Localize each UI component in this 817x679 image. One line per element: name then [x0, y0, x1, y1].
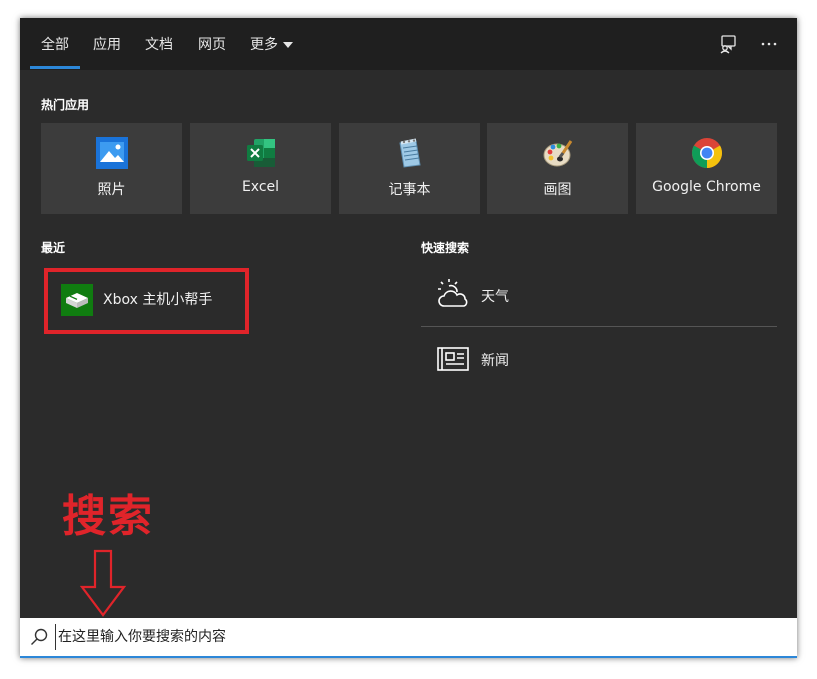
app-tile-paint[interactable]: 画图 [487, 123, 628, 214]
chevron-down-icon [283, 42, 293, 48]
quick-search-news[interactable]: 新闻 [421, 330, 777, 390]
more-options-icon[interactable] [757, 32, 781, 56]
notepad-icon [394, 137, 426, 169]
recent-item-xbox-companion[interactable]: Xbox 主机小帮手 [44, 268, 249, 334]
tab-all[interactable]: 全部 [41, 34, 69, 54]
recent-heading: 最近 [41, 241, 66, 255]
weather-icon [436, 278, 470, 312]
paint-icon [542, 137, 574, 169]
tab-label: 网页 [198, 37, 226, 53]
app-tile-notepad[interactable]: 记事本 [339, 123, 480, 214]
active-tab-indicator [30, 66, 80, 69]
search-scope-tabs: 全部 应用 文档 网页 更多 [20, 18, 797, 70]
feedback-icon[interactable] [716, 32, 740, 56]
popular-apps-heading: 热门应用 [41, 98, 90, 112]
excel-icon [245, 137, 277, 169]
quick-search-label: 天气 [481, 289, 509, 305]
app-tile-excel[interactable]: Excel [190, 123, 331, 214]
app-tile-chrome[interactable]: Google Chrome [636, 123, 777, 214]
app-tile-label: Google Chrome [652, 179, 761, 195]
app-tile-label: Excel [241, 179, 280, 195]
tab-label: 应用 [93, 37, 121, 53]
app-tile-label: 照片 [97, 182, 126, 198]
tab-apps[interactable]: 应用 [93, 34, 121, 54]
xbox-companion-icon [61, 284, 93, 316]
tab-documents[interactable]: 文档 [145, 34, 173, 54]
quick-search-divider [421, 326, 777, 327]
tab-more[interactable]: 更多 [250, 34, 293, 54]
tab-label: 全部 [41, 37, 69, 53]
search-input[interactable] [55, 624, 778, 650]
chrome-icon [691, 137, 723, 169]
app-tile-photos[interactable]: 照片 [41, 123, 182, 214]
news-icon [436, 342, 470, 376]
recent-item-label: Xbox 主机小帮手 [103, 292, 213, 308]
search-icon [30, 628, 48, 646]
quick-search-label: 新闻 [481, 353, 509, 369]
app-tile-label: 画图 [543, 182, 572, 198]
tab-label: 更多 [250, 37, 278, 53]
tab-label: 文档 [145, 37, 173, 53]
photos-icon [95, 137, 128, 169]
quick-search-weather[interactable]: 天气 [421, 266, 777, 326]
arrow-down-icon [79, 549, 127, 617]
annotation-label: 搜索 [62, 491, 154, 542]
app-tile-label: 记事本 [388, 182, 431, 198]
search-panel: 全部 应用 文档 网页 更多 热门应用 照片 Excel 记事本 画图 Goog… [20, 18, 797, 658]
quick-search-heading: 快速搜索 [421, 241, 470, 255]
tab-web[interactable]: 网页 [198, 34, 226, 54]
search-bar [20, 618, 797, 658]
